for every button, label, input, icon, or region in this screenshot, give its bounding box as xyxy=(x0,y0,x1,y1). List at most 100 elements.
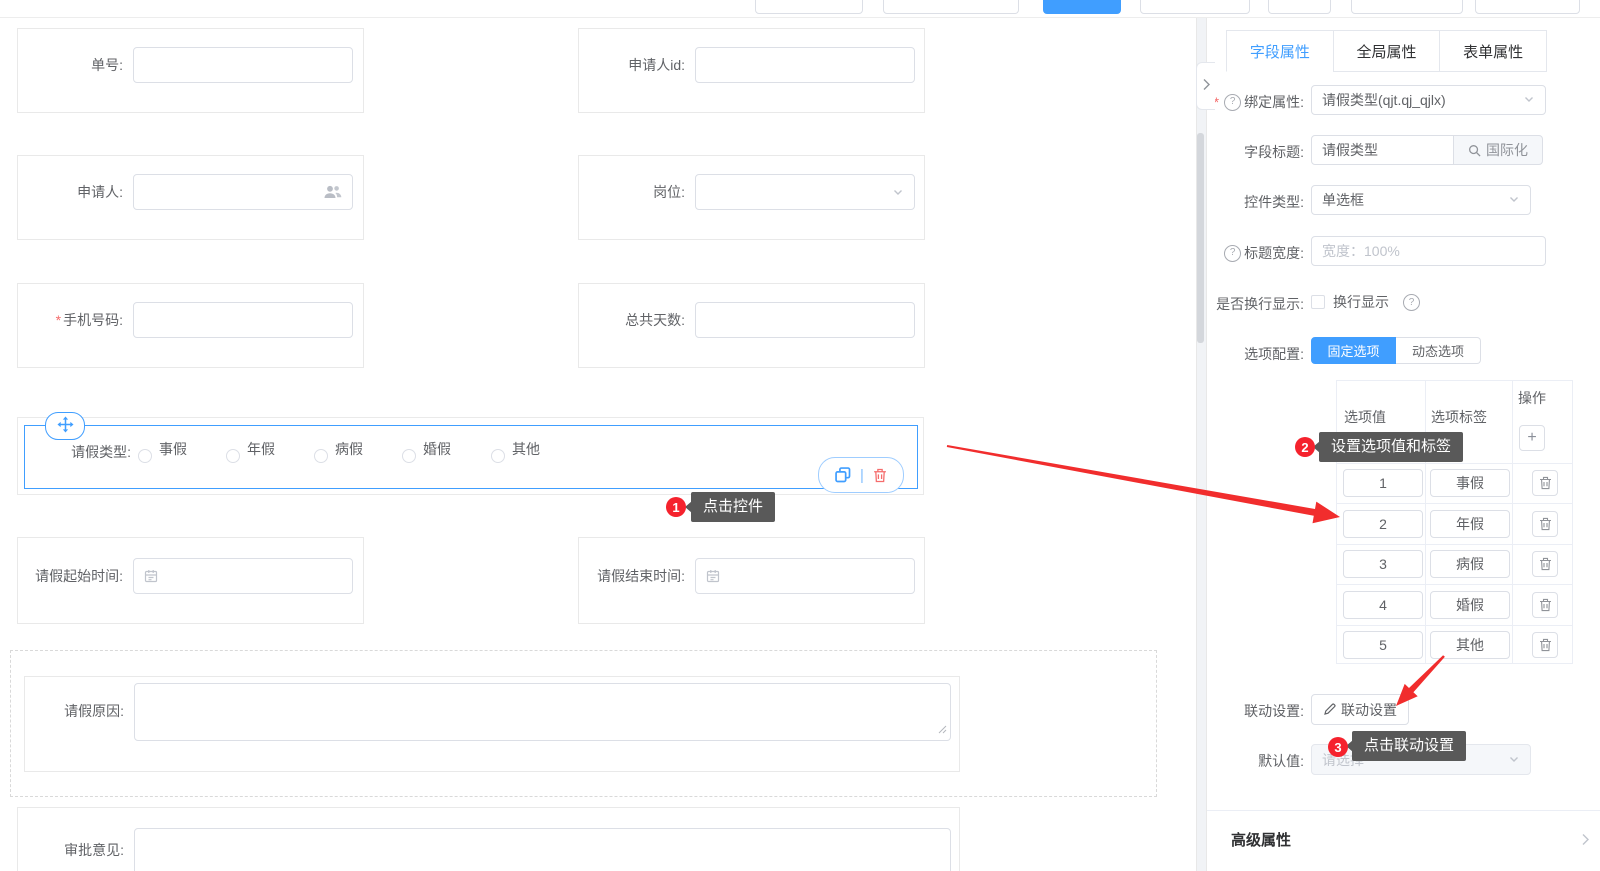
field-container-tianshu[interactable]: 总共天数: xyxy=(578,283,925,368)
radio-hunjia[interactable] xyxy=(402,449,416,463)
actions-divider: | xyxy=(860,466,864,484)
option-config-label: 选项配置: xyxy=(1244,346,1304,362)
radio-label: 年假 xyxy=(247,441,275,457)
advanced-properties-header[interactable]: 高级属性 xyxy=(1231,829,1291,850)
radio-label: 其他 xyxy=(512,441,540,457)
field-label: 总共天数: xyxy=(625,312,685,328)
shenpi-textarea[interactable] xyxy=(134,828,951,871)
delete-option-button[interactable] xyxy=(1532,632,1558,658)
step-tooltip-1: 点击控件 xyxy=(684,492,776,522)
toolbar-button[interactable] xyxy=(1351,0,1463,14)
field-container-sqr[interactable]: 申请人: xyxy=(17,155,364,240)
bind-property-select[interactable]: 请假类型(qjt.qj_qjlx) xyxy=(1311,85,1546,115)
option-label-input[interactable]: 病假 xyxy=(1430,550,1510,578)
control-type-label: 控件类型: xyxy=(1244,194,1304,210)
copy-icon[interactable] xyxy=(835,467,851,483)
field-container-shenpi[interactable]: 审批意见: xyxy=(17,807,960,871)
form-designer-page: 单号: 申请人id: 申请人: 岗位: * 手机号码: 总共天数: 请假类型: … xyxy=(0,0,1600,871)
wrap-display-checkbox[interactable] xyxy=(1311,295,1325,309)
field-label: 请假原因: xyxy=(64,703,124,719)
fixed-options-toggle[interactable]: 固定选项 xyxy=(1311,337,1396,364)
end-date-input[interactable] xyxy=(695,558,915,594)
radio-qita[interactable] xyxy=(491,449,505,463)
field-container-qsj[interactable]: 请假起始时间: xyxy=(17,537,364,624)
field-label: 岗位: xyxy=(653,184,685,200)
option-label-input[interactable]: 婚假 xyxy=(1430,591,1510,619)
resize-handle[interactable] xyxy=(938,721,947,737)
shouji-input[interactable] xyxy=(133,302,353,338)
field-container-gangwei[interactable]: 岗位: xyxy=(578,155,925,240)
delete-option-button[interactable] xyxy=(1532,592,1558,618)
tab-form-properties[interactable]: 表单属性 xyxy=(1439,30,1548,72)
search-icon xyxy=(1468,144,1481,157)
start-date-input[interactable] xyxy=(133,558,353,594)
gangwei-select[interactable] xyxy=(695,174,915,210)
option-value-input[interactable]: 5 xyxy=(1343,631,1423,659)
control-type-select[interactable]: 单选框 xyxy=(1311,185,1531,215)
toolbar-button[interactable] xyxy=(1268,0,1331,14)
option-label-input[interactable]: 其他 xyxy=(1430,631,1510,659)
panel-scrollbar[interactable] xyxy=(1197,133,1204,343)
field-container-jsj[interactable]: 请假结束时间: xyxy=(578,537,925,624)
col-header-label: 选项标签 xyxy=(1431,409,1487,425)
option-value-input[interactable]: 2 xyxy=(1343,510,1423,538)
field-container-shouji[interactable]: * 手机号码: xyxy=(17,283,364,368)
i18n-button[interactable]: 国际化 xyxy=(1453,135,1543,165)
col-header-action: 操作 xyxy=(1518,390,1546,406)
tab-field-properties[interactable]: 字段属性 xyxy=(1226,30,1334,72)
toolbar-primary-button[interactable] xyxy=(1043,0,1121,14)
add-option-button[interactable]: + xyxy=(1519,425,1545,451)
linkage-label: 联动设置: xyxy=(1244,703,1304,719)
options-table: 选项值 选项标签 操作 + 1 事假 2 年假 3 病假 4 婚假 5 其他 xyxy=(1336,380,1573,664)
collapse-panel-tab[interactable] xyxy=(1196,62,1215,110)
calendar-icon xyxy=(144,569,158,583)
chevron-down-icon xyxy=(892,186,904,198)
field-title-label: 字段标题: xyxy=(1244,144,1304,160)
sqr-id-input[interactable] xyxy=(695,47,915,83)
chevron-down-icon xyxy=(1523,92,1535,108)
tab-global-properties[interactable]: 全局属性 xyxy=(1332,30,1441,72)
help-icon[interactable]: ? xyxy=(1403,294,1420,311)
radio-nianjia[interactable] xyxy=(226,449,240,463)
help-icon[interactable]: ? xyxy=(1224,93,1242,111)
sqr-input[interactable] xyxy=(133,174,353,210)
top-toolbar xyxy=(0,0,1600,18)
field-container-sqr-id[interactable]: 申请人id: xyxy=(578,28,925,113)
radio-shijia[interactable] xyxy=(138,449,152,463)
people-icon xyxy=(324,185,342,199)
delete-option-button[interactable] xyxy=(1532,551,1558,577)
toolbar-button[interactable] xyxy=(755,0,863,14)
field-container-yuanyin[interactable]: 请假原因: xyxy=(24,676,960,772)
field-label: 请假类型: xyxy=(71,444,131,460)
leave-type-selected-control[interactable]: 请假类型: 事假 年假 病假 婚假 其他 xyxy=(24,425,918,489)
option-label-input[interactable]: 事假 xyxy=(1430,469,1510,497)
radio-bingjia[interactable] xyxy=(314,449,328,463)
drag-handle[interactable] xyxy=(45,412,85,440)
option-value-input[interactable]: 3 xyxy=(1343,550,1423,578)
field-label: 请假起始时间: xyxy=(35,568,123,584)
step-badge-1: 1 xyxy=(666,497,686,517)
toolbar-button[interactable] xyxy=(883,0,1019,14)
danhao-input[interactable] xyxy=(133,47,353,83)
option-label-input[interactable]: 年假 xyxy=(1430,510,1510,538)
option-value-input[interactable]: 1 xyxy=(1343,469,1423,497)
toolbar-button[interactable] xyxy=(1475,0,1580,14)
radio-label: 事假 xyxy=(159,441,187,457)
toolbar-button[interactable] xyxy=(1140,0,1250,14)
field-container-danhao[interactable]: 单号: xyxy=(17,28,364,113)
tianshu-input[interactable] xyxy=(695,302,915,338)
field-title-input[interactable]: 请假类型 xyxy=(1311,135,1454,165)
help-icon[interactable]: ? xyxy=(1224,244,1242,262)
dynamic-options-toggle[interactable]: 动态选项 xyxy=(1396,337,1481,364)
delete-option-button[interactable] xyxy=(1532,470,1558,496)
table-divider xyxy=(1337,503,1572,504)
yuanyin-textarea[interactable] xyxy=(134,683,951,741)
table-divider xyxy=(1337,625,1572,626)
title-width-input[interactable]: 宽度：100% xyxy=(1311,236,1546,266)
linkage-settings-button[interactable]: 联动设置 xyxy=(1311,694,1409,725)
delete-control-icon[interactable] xyxy=(873,468,887,483)
option-value-input[interactable]: 4 xyxy=(1343,591,1423,619)
radio-label: 病假 xyxy=(335,441,363,457)
panel-tabs: 字段属性 全局属性 表单属性 xyxy=(1226,30,1548,72)
delete-option-button[interactable] xyxy=(1532,511,1558,537)
